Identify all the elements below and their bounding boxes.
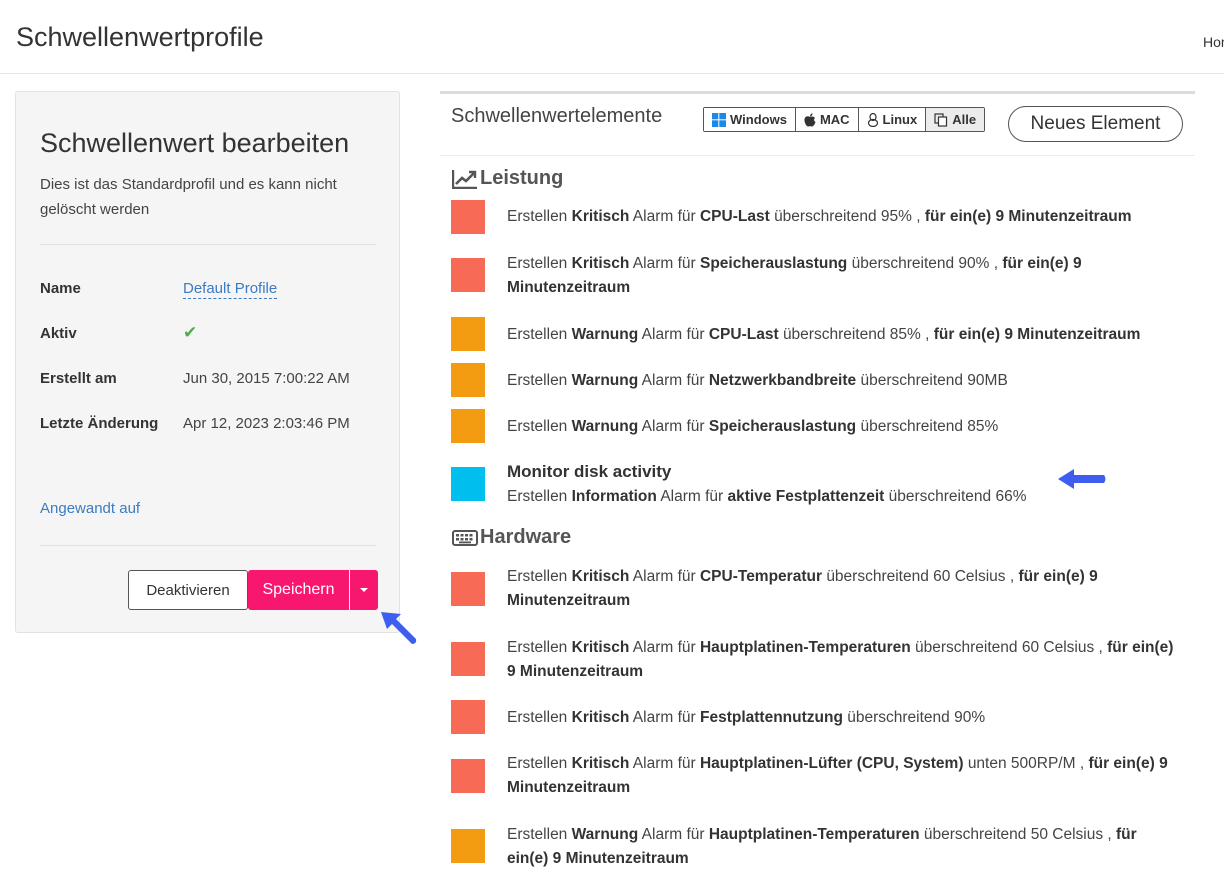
severity-swatch [451,759,485,793]
filter-all-label: Alle [952,112,977,127]
modified-label: Letzte Änderung [40,415,159,432]
os-filter-group: Windows MAC Linux Alle [703,107,986,132]
breadcrumb-home[interactable]: Hom [1203,34,1224,50]
save-button[interactable]: Speichern [248,570,349,610]
severity-swatch [451,258,485,292]
annotation-arrow-up-left-icon [381,612,417,644]
threshold-item[interactable]: Erstellen Kritisch Alarm für CPU-Tempera… [507,565,1179,613]
active-check-icon: ✔ [183,323,198,342]
filter-windows[interactable]: Windows [704,108,796,131]
created-label: Erstellt am [40,370,117,387]
card-title: Schwellenwert bearbeiten [40,128,350,158]
panel-separator [440,155,1195,156]
edit-threshold-card: Schwellenwert bearbeiten Dies ist das St… [15,91,400,633]
severity-swatch [451,467,485,501]
copy-icon [934,112,948,127]
name-label: Name [40,280,81,297]
severity-swatch [451,700,485,734]
threshold-item[interactable]: Erstellen Kritisch Alarm für Festplatten… [507,706,1179,730]
page-title: Schwellenwertprofile [16,22,264,52]
line-chart-icon [452,169,477,189]
caret-down-icon [360,588,368,592]
threshold-item[interactable]: Erstellen Kritisch Alarm für Hauptplatin… [507,636,1179,684]
section-hardware: Hardware [452,526,571,549]
save-dropdown-toggle[interactable] [350,570,378,610]
threshold-item[interactable]: Erstellen Warnung Alarm für Speicherausl… [507,415,1179,439]
windows-icon [712,112,726,127]
filter-all[interactable]: Alle [926,108,985,131]
severity-swatch [451,363,485,397]
section-title-hardware: Hardware [480,526,572,548]
filter-windows-label: Windows [730,112,787,127]
divider [40,244,376,245]
panel-top-border [440,91,1195,94]
section-title-leistung: Leistung [480,167,564,189]
threshold-item[interactable]: Erstellen Warnung Alarm für CPU-Last übe… [507,323,1179,347]
created-value: Jun 30, 2015 7:00:22 AM [183,370,350,387]
filter-linux[interactable]: Linux [858,108,927,131]
divider [40,545,376,546]
card-description: Dies ist das Standardprofil und es kann … [40,176,337,218]
threshold-item[interactable]: Erstellen Warnung Alarm für Netzwerkband… [507,369,1179,393]
modified-value: Apr 12, 2023 2:03:46 PM [183,415,350,432]
annotation-arrow-left-icon [1058,469,1106,489]
severity-swatch [451,409,485,443]
keyboard-icon [452,529,478,546]
severity-swatch [451,642,485,676]
severity-swatch [451,317,485,351]
active-label: Aktiv [40,325,77,342]
threshold-item[interactable]: Erstellen Kritisch Alarm für Hauptplatin… [507,752,1179,800]
name-value[interactable]: Default Profile [183,280,278,299]
severity-swatch [451,572,485,606]
filter-linux-label: Linux [882,112,918,127]
threshold-item[interactable]: Erstellen Kritisch Alarm für Speicheraus… [507,252,1179,300]
severity-swatch [451,829,485,863]
section-leistung: Leistung [452,167,563,190]
severity-swatch [451,200,485,234]
new-element-button[interactable]: Neues Element [1008,106,1183,142]
apple-icon [804,112,816,127]
threshold-item[interactable]: Erstellen Kritisch Alarm für CPU-Last üb… [507,205,1179,229]
deactivate-button[interactable]: Deaktivieren [128,570,248,610]
top-bar: Schwellenwertprofile Hom [0,0,1224,74]
linux-icon [867,112,878,127]
item-heading[interactable]: Monitor disk activity [507,462,671,482]
elements-title: Schwellenwertelemente [451,105,663,127]
filter-mac-label: MAC [819,112,850,127]
threshold-item[interactable]: Erstellen Warnung Alarm für Hauptplatine… [507,823,1179,871]
filter-mac[interactable]: MAC [795,108,859,131]
profile-name-link[interactable]: Default Profile [183,280,278,299]
applied-to-link[interactable]: Angewandt auf [40,500,140,517]
